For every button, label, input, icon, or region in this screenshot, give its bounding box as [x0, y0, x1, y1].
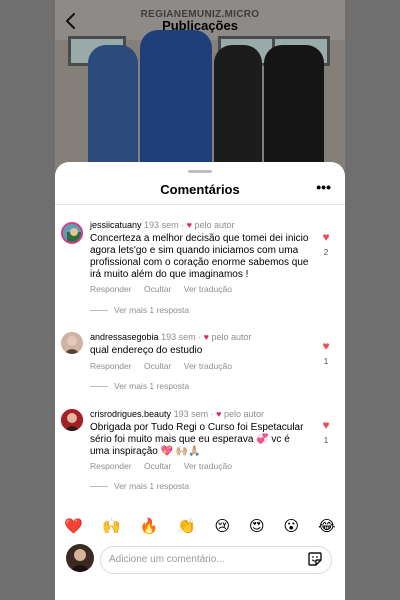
author-badge: pelo autor: [223, 409, 265, 419]
comment-meta: crisrodrigues.beauty 193 sem · ♥ pelo au…: [90, 409, 265, 419]
view-replies-label: Ver mais 1 resposta: [114, 381, 190, 391]
hide-button[interactable]: Ocultar: [144, 284, 171, 294]
current-user-avatar: [66, 544, 94, 572]
comment-time: 193 sem: [173, 409, 209, 419]
author-badge: pelo autor: [211, 332, 252, 342]
avatar[interactable]: [61, 332, 83, 354]
author-badge: pelo autor: [194, 220, 235, 230]
emoji-raised-hands-button[interactable]: 🙌: [102, 519, 121, 534]
author-heart-icon: ♥: [216, 409, 222, 419]
emoji-surprised-button[interactable]: 😮: [284, 519, 300, 534]
reply-button[interactable]: Responder: [90, 361, 132, 371]
hide-button[interactable]: Ocultar: [144, 361, 171, 371]
reply-button[interactable]: Responder: [90, 461, 132, 471]
comment-actions: Responder Ocultar Ver tradução: [90, 461, 242, 471]
more-options-icon[interactable]: •••: [316, 179, 331, 195]
author-heart-icon: ♥: [186, 220, 192, 230]
heart-filled-icon: ♥: [322, 418, 330, 432]
comment-input-placeholder: Adicione um comentário...: [109, 554, 225, 565]
comments-sheet: Comentários ••• jessiicatuany 193 sem · …: [55, 162, 345, 600]
drag-handle[interactable]: [188, 170, 212, 173]
emoji-cry-button[interactable]: 😢: [215, 519, 231, 534]
emoji-heart-eyes-button[interactable]: 😍: [249, 519, 265, 534]
emoji-heart-button[interactable]: ❤️: [64, 519, 83, 534]
person-far-right: [264, 45, 324, 170]
comment-meta: andressasegobia 193 sem · ♥ pelo autor: [90, 332, 252, 342]
view-replies-button[interactable]: Ver mais 1 resposta: [90, 481, 189, 491]
author-heart-icon: ♥: [203, 332, 209, 342]
comment-text: qual endereço do estudio: [90, 345, 203, 356]
like-button[interactable]: ♥ 1: [319, 340, 333, 366]
like-button[interactable]: ♥ 1: [319, 419, 333, 445]
person-left: [88, 45, 138, 170]
emoji-clap-button[interactable]: 👏: [177, 519, 196, 534]
comment-text: Obrigada por Tudo Regi o Curso foi Espet…: [90, 422, 304, 457]
comment-time: 193 sem: [161, 332, 196, 342]
avatar[interactable]: [61, 409, 83, 431]
avatar[interactable]: [61, 222, 83, 244]
sticker-icon[interactable]: [307, 551, 323, 567]
view-replies-button[interactable]: Ver mais 1 resposta: [90, 381, 189, 391]
comment-username[interactable]: crisrodrigues.beauty: [90, 409, 171, 419]
like-count: 1: [323, 356, 329, 366]
reply-button[interactable]: Responder: [90, 284, 132, 294]
divider: [55, 204, 345, 205]
view-replies-label: Ver mais 1 resposta: [114, 305, 190, 315]
translate-button[interactable]: Ver tradução: [184, 461, 232, 471]
emoji-fire-button[interactable]: 🔥: [139, 519, 158, 534]
like-count: 2: [323, 247, 329, 257]
translate-button[interactable]: Ver tradução: [184, 361, 232, 371]
heart-filled-icon: ♥: [322, 230, 330, 244]
translate-button[interactable]: Ver tradução: [184, 284, 232, 294]
comment-time: 193 sem: [144, 220, 179, 230]
person-center: [140, 30, 212, 170]
view-replies-button[interactable]: Ver mais 1 resposta: [90, 305, 189, 315]
comment-username[interactable]: jessiicatuany: [90, 220, 142, 230]
comment-actions: Responder Ocultar Ver tradução: [90, 361, 242, 371]
comment-username[interactable]: andressasegobia: [90, 332, 159, 342]
comment-input[interactable]: Adicione um comentário...: [100, 546, 332, 574]
comments-title: Comentários: [160, 182, 240, 197]
comment-meta: jessiicatuany 193 sem · ♥ pelo autor: [90, 220, 235, 230]
like-count: 1: [323, 435, 329, 445]
page-title: Publicações: [162, 18, 238, 33]
comment-actions: Responder Ocultar Ver tradução: [90, 284, 242, 294]
emoji-laugh-button[interactable]: 😂: [318, 519, 336, 534]
heart-filled-icon: ♥: [322, 339, 330, 353]
emoji-reaction-bar: ❤️ 🙌 🔥 👏 😢 😍 😮 😂: [55, 514, 345, 538]
comment-text: Concerteza a melhor decisão que tomei de…: [90, 233, 309, 280]
view-replies-label: Ver mais 1 resposta: [114, 481, 190, 491]
person-right: [214, 45, 262, 170]
like-button[interactable]: ♥ 2: [319, 231, 333, 257]
hide-button[interactable]: Ocultar: [144, 461, 171, 471]
